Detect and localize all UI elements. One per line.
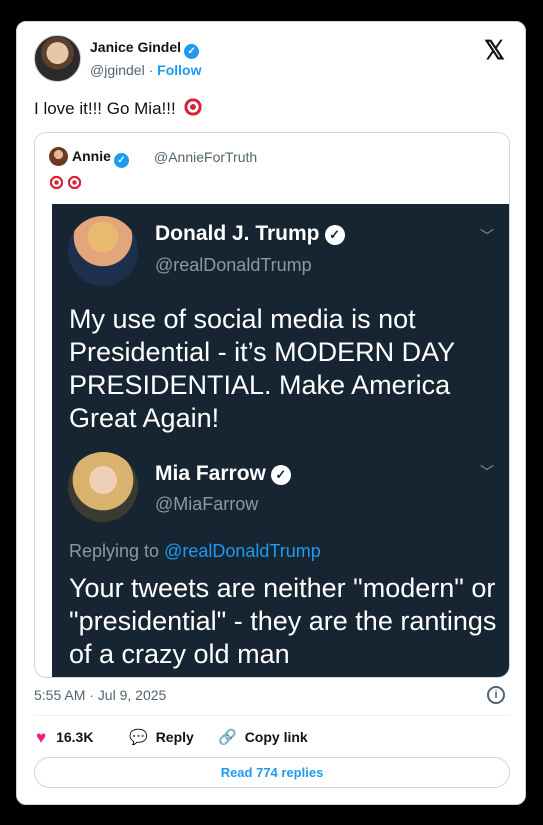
- x-logo-icon[interactable]: 𝕏: [484, 35, 505, 66]
- author-name-row[interactable]: Janice Gindel ✓: [90, 39, 200, 59]
- tweet-text-content: I love it!!! Go Mia!!!: [34, 99, 176, 118]
- embedded-handle-2: @MiaFarrow: [155, 494, 259, 514]
- quote-text: [48, 174, 84, 192]
- embedded-name-2: Mia Farrow: [155, 462, 266, 485]
- verified-icon: ✓: [113, 153, 129, 168]
- divider: [34, 715, 510, 716]
- quote-author-name: Annie: [72, 148, 111, 164]
- like-button[interactable]: ♥ 16.3K: [36, 728, 93, 748]
- replying-prefix: Replying to: [69, 541, 160, 561]
- chevron-down-icon: ﹀: [480, 228, 494, 244]
- embedded-text-1: My use of social media is not Presidenti…: [69, 304, 455, 433]
- tweet-card: Janice Gindel ✓ @jgindel · Follow 𝕏 I lov…: [16, 21, 526, 805]
- direct-hit-icon: [48, 174, 65, 191]
- author-avatar[interactable]: [34, 35, 81, 82]
- embedded-name-row-2: Mia Farrow ✓: [155, 462, 291, 486]
- embedded-name-1: Donald J. Trump: [155, 222, 320, 245]
- info-icon[interactable]: i: [487, 686, 505, 704]
- direct-hit-icon: [181, 96, 204, 118]
- verified-icon: ✓: [324, 225, 345, 245]
- embedded-avatar-mia: [68, 452, 138, 522]
- copy-link-label: Copy link: [244, 729, 308, 745]
- embedded-avatar-trump: [68, 216, 138, 286]
- reply-button[interactable]: 💬 Reply: [129, 728, 194, 746]
- embedded-text-2: Your tweets are neither "modern" or "pre…: [69, 573, 497, 669]
- quote-name-row: Annie ✓: [72, 148, 129, 168]
- copy-link-button[interactable]: 🔗 Copy link: [218, 728, 308, 746]
- reply-label: Reply: [155, 729, 194, 745]
- author-name[interactable]: Janice Gindel: [90, 39, 181, 55]
- verified-icon: ✓: [270, 465, 291, 485]
- reply-bubble-icon: 💬: [129, 729, 148, 746]
- link-icon: 🔗: [218, 729, 237, 746]
- author-handle[interactable]: @jgindel: [90, 62, 145, 78]
- chevron-down-icon: ﹀: [480, 464, 494, 480]
- embedded-handle-1: @realDonaldTrump: [155, 255, 312, 275]
- replying-mention: @realDonaldTrump: [164, 541, 321, 561]
- verified-icon: ✓: [184, 44, 200, 59]
- embedded-name-row-1: Donald J. Trump ✓: [155, 222, 345, 246]
- quoted-tweet[interactable]: Annie ✓ @AnnieForTruth Donald J. Trump ✓ @…: [34, 132, 510, 678]
- meta-separator: ·: [148, 62, 154, 78]
- direct-hit-icon: [66, 174, 83, 191]
- like-count: 16.3K: [56, 729, 94, 745]
- timestamp[interactable]: 5:55 AM · Jul 9, 2025: [34, 687, 166, 703]
- author-meta: @jgindel · Follow: [90, 62, 201, 78]
- quote-media-image[interactable]: Donald J. Trump ✓ @realDonaldTrump ﹀ My u…: [52, 204, 509, 677]
- quote-author-handle: @AnnieForTruth: [154, 149, 258, 165]
- follow-button[interactable]: Follow: [157, 62, 201, 78]
- quote-avatar: [49, 147, 68, 166]
- embedded-replying-line: Replying to @realDonaldTrump: [69, 541, 321, 562]
- read-replies-button[interactable]: Read 774 replies: [34, 757, 510, 788]
- heart-icon: ♥: [36, 728, 47, 747]
- tweet-text: I love it!!! Go Mia!!!: [34, 96, 204, 119]
